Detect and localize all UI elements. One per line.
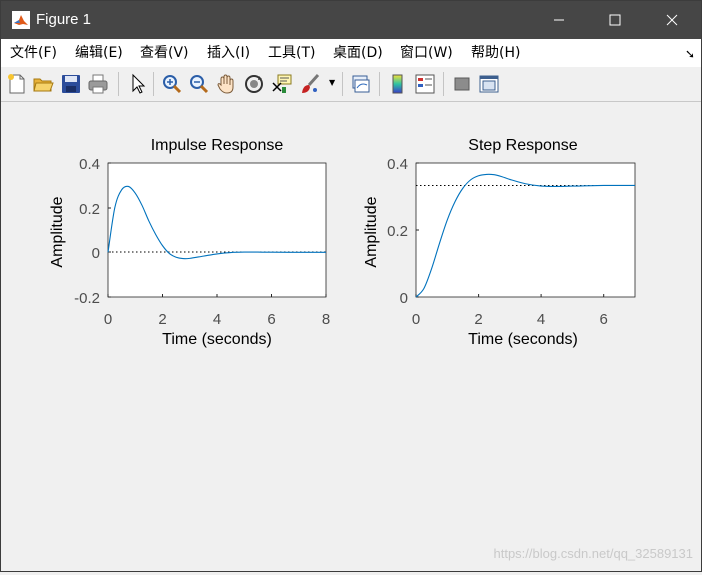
menu-desktop[interactable]: 桌面(D)	[333, 45, 383, 61]
step-ytick-label: 0.2	[387, 223, 408, 240]
show-plot-tools-icon[interactable]	[478, 73, 500, 95]
step-response-axes[interactable]: Step Response 0.4 0.2 0 0 2 4 6 Time (se…	[363, 137, 636, 348]
impulse-ytick-label: 0.2	[79, 201, 100, 218]
menu-window[interactable]: 窗口(W)	[400, 45, 453, 61]
step-ytick-label: 0	[400, 290, 408, 307]
step-xtick-label: 4	[537, 311, 545, 328]
step-title: Step Response	[468, 137, 578, 154]
figure-canvas: Impulse Response 0.4 0.2 0 -0.2 0 2 4 6 …	[1, 102, 701, 571]
impulse-xtick-label: 6	[267, 311, 275, 328]
rotate-3d-icon[interactable]	[243, 73, 265, 95]
zoom-out-icon[interactable]	[188, 73, 210, 95]
open-file-icon[interactable]	[32, 73, 54, 95]
impulse-xtick-label: 4	[213, 311, 221, 328]
minimize-button[interactable]	[531, 1, 587, 39]
step-xtick-label: 2	[474, 311, 482, 328]
data-cursor-icon[interactable]	[271, 73, 293, 95]
step-ytick-label: 0.4	[387, 156, 408, 173]
new-figure-icon[interactable]	[6, 73, 28, 95]
menu-tools[interactable]: 工具(T)	[268, 45, 315, 61]
step-xlabel: Time (seconds)	[468, 331, 578, 348]
menu-view[interactable]: 查看(V)	[140, 45, 189, 61]
menu-help[interactable]: 帮助(H)	[471, 45, 520, 61]
toolbar-separator	[342, 72, 343, 96]
menu-insert[interactable]: 插入(I)	[207, 45, 250, 61]
figure-window: Figure 1 文件(F) 编辑(E) 查看(V) 插入(I) 工具(T) 桌…	[0, 0, 702, 572]
impulse-axes-background	[107, 162, 327, 298]
impulse-xlabel: Time (seconds)	[162, 331, 272, 348]
close-icon	[666, 14, 678, 26]
maximize-button[interactable]	[587, 1, 643, 39]
hide-plot-tools-icon[interactable]	[451, 73, 473, 95]
link-plot-icon[interactable]	[350, 73, 372, 95]
impulse-xtick-label: 8	[322, 311, 330, 328]
impulse-title: Impulse Response	[151, 137, 284, 154]
window-title: Figure 1	[36, 11, 92, 28]
impulse-xtick-label: 0	[104, 311, 112, 328]
save-icon[interactable]	[60, 73, 82, 95]
watermark-text: https://blog.csdn.net/qq_32589131	[493, 546, 694, 561]
title-bar: Figure 1	[1, 1, 701, 39]
toolbar-separator	[118, 72, 119, 96]
brush-dropdown-icon[interactable]: ▼	[329, 78, 335, 87]
plot-area: Impulse Response 0.4 0.2 0 -0.2 0 2 4 6 …	[49, 137, 636, 348]
menu-bar: 文件(F) 编辑(E) 查看(V) 插入(I) 工具(T) 桌面(D) 窗口(W…	[1, 39, 701, 67]
colorbar-icon[interactable]	[387, 73, 409, 95]
impulse-ylabel: Amplitude	[49, 196, 66, 267]
matlab-logo-icon	[12, 11, 30, 29]
menu-edit[interactable]: 编辑(E)	[75, 45, 123, 61]
step-xtick-label: 0	[412, 311, 420, 328]
impulse-ytick-label: 0	[92, 245, 100, 262]
toolbar-separator	[153, 72, 154, 96]
impulse-ytick-label: -0.2	[74, 290, 100, 307]
maximize-icon	[609, 14, 621, 26]
close-button[interactable]	[644, 1, 700, 39]
impulse-xtick-label: 2	[158, 311, 166, 328]
step-ylabel: Amplitude	[363, 196, 380, 267]
pan-hand-icon[interactable]	[215, 73, 237, 95]
pointer-icon[interactable]	[126, 73, 148, 95]
minimize-icon	[554, 19, 564, 21]
zoom-in-icon[interactable]	[161, 73, 183, 95]
step-axes-background	[415, 162, 636, 298]
toolbar-separator	[443, 72, 444, 96]
print-icon[interactable]	[87, 73, 109, 95]
impulse-response-axes[interactable]: Impulse Response 0.4 0.2 0 -0.2 0 2 4 6 …	[49, 137, 330, 348]
figure-toolbar: ▼	[1, 67, 701, 102]
step-xtick-label: 6	[600, 311, 608, 328]
legend-icon[interactable]	[414, 73, 436, 95]
menu-file[interactable]: 文件(F)	[10, 45, 57, 61]
impulse-ytick-label: 0.4	[79, 156, 100, 173]
brush-icon[interactable]	[299, 73, 321, 95]
toolbar-separator	[379, 72, 380, 96]
menu-dock-arrow-icon[interactable]: ➘	[685, 47, 695, 61]
